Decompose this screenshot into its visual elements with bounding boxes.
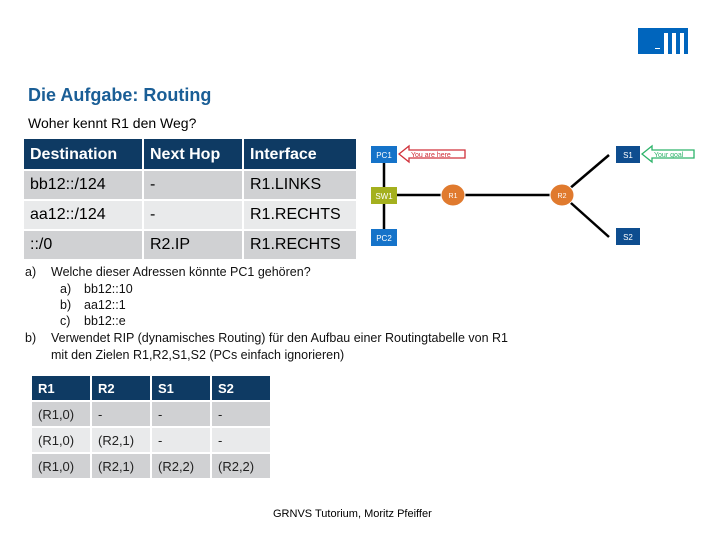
node-s1: S1 bbox=[616, 146, 640, 163]
tum-logo-icon bbox=[638, 28, 688, 54]
question-a-marker: a) bbox=[25, 265, 37, 279]
table-cell: bb12::/124 bbox=[24, 171, 142, 199]
question-b-marker: b) bbox=[25, 331, 37, 345]
table-cell: - bbox=[152, 428, 210, 452]
routing-table-header: Destination Next Hop Interface bbox=[24, 139, 356, 169]
node-sw1: SW1 bbox=[371, 187, 397, 204]
network-diagram: PC1 You are here SW1 PC2 R1 R2 S1 Your g… bbox=[371, 144, 695, 246]
table-cell: - bbox=[212, 428, 270, 452]
table-cell: (R1,0) bbox=[32, 428, 90, 452]
node-label: S1 bbox=[623, 151, 633, 160]
table-row: ::/0 R2.IP R1.RECHTS bbox=[24, 231, 356, 259]
table-cell: R1.RECHTS bbox=[244, 201, 356, 229]
question-b-line2: mit den Zielen R1,R2,S1,S2 (PCs einfach … bbox=[51, 348, 345, 362]
node-s2: S2 bbox=[616, 228, 640, 245]
node-pc1: PC1 bbox=[371, 146, 397, 163]
column-header: S2 bbox=[212, 376, 270, 400]
column-header: R1 bbox=[32, 376, 90, 400]
question-a-text: Welche dieser Adressen könnte PC1 gehöre… bbox=[51, 265, 311, 279]
table-cell: (R1,0) bbox=[32, 454, 90, 478]
table-row: bb12::/124 - R1.LINKS bbox=[24, 171, 356, 199]
node-r1: R1 bbox=[440, 183, 466, 207]
rip-table: R1 R2 S1 S2 (R1,0) - - - (R1,0) (R2,1) -… bbox=[30, 374, 272, 480]
column-header: Next Hop bbox=[144, 139, 242, 169]
node-label: PC2 bbox=[376, 234, 392, 243]
option-b-text: aa12::1 bbox=[84, 298, 126, 312]
table-cell: R1.LINKS bbox=[244, 171, 356, 199]
table-cell: (R2,1) bbox=[92, 428, 150, 452]
your-goal-callout: Your goal bbox=[640, 144, 695, 164]
option-c-text: bb12::e bbox=[84, 314, 126, 328]
you-are-here-callout: You are here bbox=[397, 144, 466, 164]
table-cell: R1.RECHTS bbox=[244, 231, 356, 259]
table-cell: - bbox=[152, 402, 210, 426]
node-pc2: PC2 bbox=[371, 229, 397, 246]
node-label: R2 bbox=[558, 193, 567, 200]
node-label: R1 bbox=[449, 193, 458, 200]
callout-label: Your goal bbox=[654, 152, 684, 159]
table-cell: - bbox=[144, 171, 242, 199]
table-cell: (R2,2) bbox=[212, 454, 270, 478]
node-r2: R2 bbox=[549, 183, 575, 207]
page-subtitle: Woher kennt R1 den Weg? bbox=[28, 115, 197, 131]
table-cell: - bbox=[92, 402, 150, 426]
table-cell: - bbox=[144, 201, 242, 229]
option-b-marker: b) bbox=[60, 298, 72, 312]
table-cell: (R2,1) bbox=[92, 454, 150, 478]
node-label: SW1 bbox=[375, 192, 393, 201]
table-cell: ::/0 bbox=[24, 231, 142, 259]
page-title: Die Aufgabe: Routing bbox=[28, 85, 212, 105]
option-a-marker: a) bbox=[60, 282, 72, 296]
table-row: (R1,0) (R2,1) - - bbox=[32, 428, 270, 452]
option-a-text: bb12::10 bbox=[84, 282, 133, 296]
table-cell: aa12::/124 bbox=[24, 201, 142, 229]
routing-table: Destination Next Hop Interface bb12::/12… bbox=[22, 137, 358, 261]
option-c-marker: c) bbox=[60, 314, 71, 328]
table-cell: (R1,0) bbox=[32, 402, 90, 426]
node-label: PC1 bbox=[376, 151, 392, 160]
column-header: R2 bbox=[92, 376, 150, 400]
column-header: S1 bbox=[152, 376, 210, 400]
question-b-line1: Verwendet RIP (dynamisches Routing) für … bbox=[51, 331, 508, 345]
table-row: aa12::/124 - R1.RECHTS bbox=[24, 201, 356, 229]
column-header: Destination bbox=[24, 139, 142, 169]
callout-label: You are here bbox=[411, 152, 451, 159]
footer-text: GRNVS Tutorium, Moritz Pfeiffer bbox=[273, 508, 432, 520]
table-cell: - bbox=[212, 402, 270, 426]
table-cell: R2.IP bbox=[144, 231, 242, 259]
column-header: Interface bbox=[244, 139, 356, 169]
table-row: (R1,0) (R2,1) (R2,2) (R2,2) bbox=[32, 454, 270, 478]
rip-table-header: R1 R2 S1 S2 bbox=[32, 376, 270, 400]
table-row: (R1,0) - - - bbox=[32, 402, 270, 426]
table-cell: (R2,2) bbox=[152, 454, 210, 478]
node-label: S2 bbox=[623, 233, 633, 242]
